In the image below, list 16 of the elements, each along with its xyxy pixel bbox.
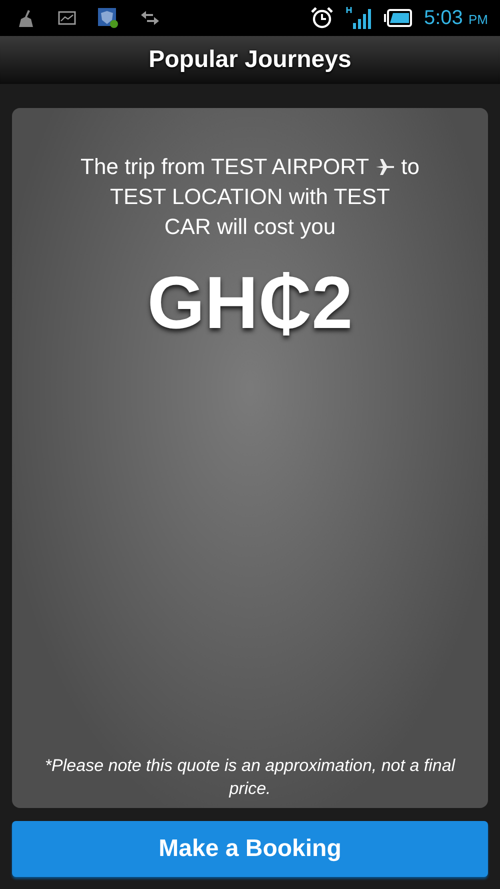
price-text: GH₵2 <box>147 260 353 345</box>
alarm-clock-icon <box>310 6 334 30</box>
sync-arrows-icon <box>140 10 160 26</box>
booking-button[interactable]: Make a Booking <box>12 821 488 877</box>
signal-icon <box>346 6 372 30</box>
screen-title: Popular Journeys <box>148 46 352 74</box>
airplane-icon <box>375 158 396 176</box>
broom-icon <box>16 8 36 28</box>
status-time: 5:03 PM <box>424 6 488 30</box>
trip-text: to <box>401 153 420 181</box>
trip-text: The trip from TEST AIRPORT <box>80 153 370 181</box>
chart-icon <box>58 11 76 25</box>
battery-icon <box>384 9 412 27</box>
trip-text: TEST LOCATION with TEST CAR will cost you <box>109 183 391 241</box>
shield-icon <box>98 8 118 28</box>
disclaimer-text: *Please note this quote is an approximation, not a final price. <box>44 755 456 800</box>
